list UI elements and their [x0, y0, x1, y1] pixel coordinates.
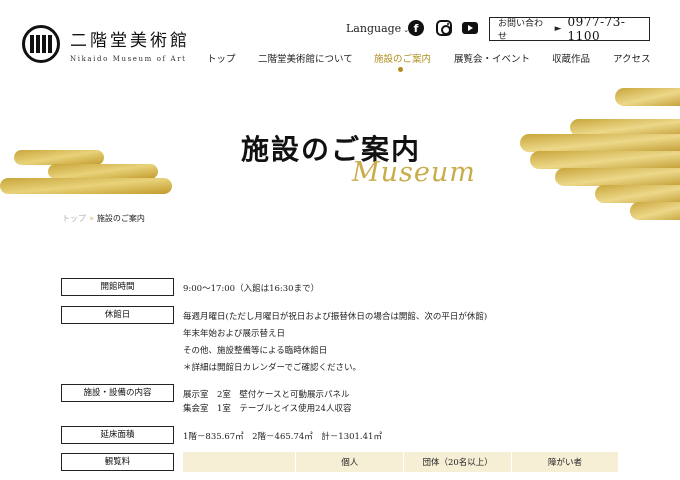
youtube-icon[interactable]: [462, 22, 478, 34]
instagram-icon[interactable]: [436, 20, 452, 36]
hours-value: 9:00～17:00（入館は16:30まで）: [183, 284, 320, 294]
label-area: 延床面積: [61, 426, 174, 444]
breadcrumb-home[interactable]: トップ: [62, 214, 86, 223]
breadcrumb-current: 施設のご案内: [96, 214, 145, 223]
fee-table-header-row: 個人 団体（20名以上） 障がい者: [183, 452, 619, 472]
gold-cloud-right: [520, 88, 680, 220]
label-fee: 観覧料: [61, 453, 174, 471]
fee-header-blank: [183, 452, 297, 472]
contact-label: お問い合わせ: [498, 19, 544, 42]
logo-subtitle: Nikaido Museum of Art: [70, 54, 187, 63]
label-hours: 開館時間: [61, 278, 174, 296]
breadcrumb-separator: »: [89, 214, 94, 223]
contact-button[interactable]: お問い合わせ ► 0977-73-1100: [489, 15, 650, 43]
fee-header-group: 団体（20名以上）: [403, 452, 513, 472]
gold-cloud-left: [0, 150, 172, 194]
logo-emblem-icon: [22, 25, 60, 63]
closed-line-4: ＊詳細は開館日カレンダーでご確認ください。: [183, 363, 361, 373]
fee-table: 個人 団体（20名以上） 障がい者: [183, 452, 619, 472]
closed-line-2: 年末年始および展示替え日: [183, 329, 286, 339]
closed-line-3: その他、施設整備等による臨時休館日: [183, 346, 328, 356]
language-label: Language: [346, 22, 402, 35]
facility-line-1: 展示室 2室 壁付ケースと可動展示パネル: [183, 390, 350, 400]
fee-header-individual: 個人: [295, 452, 405, 472]
page-title-script: Museum: [352, 157, 476, 188]
contact-tel: 0977-73-1100: [567, 15, 626, 43]
nav-item-collection[interactable]: 収蔵作品: [552, 51, 590, 65]
site-logo[interactable]: 二階堂美術館 Nikaido Museum of Art: [22, 25, 190, 63]
area-value: 1階－835.67㎡ 2階－465.74㎡ 計－1301.41㎡: [183, 432, 382, 442]
logo-title: 二階堂美術館: [70, 30, 190, 51]
nav-item-exhibition[interactable]: 展覧会・イベント: [454, 51, 530, 65]
nav-item-access[interactable]: アクセス: [613, 51, 651, 65]
fee-header-disabled: 障がい者: [511, 452, 619, 472]
active-indicator: [398, 67, 403, 72]
label-facility: 施設・設備の内容: [61, 384, 174, 402]
nav-item-facility[interactable]: 施設のご案内: [374, 51, 431, 65]
closed-line-1: 毎週月曜日(ただし月曜日が祝日および振替休日の場合は開館、次の平日が休館): [183, 312, 488, 322]
nav-item-top[interactable]: トップ: [207, 51, 236, 65]
label-closed: 休館日: [61, 306, 174, 324]
language-selector[interactable]: Language ⌄: [346, 22, 409, 35]
facility-line-2: 集会室 1室 テーブルとイス使用24人収容: [183, 404, 352, 414]
breadcrumb: トップ» 施設のご案内: [62, 213, 145, 224]
nav-item-about[interactable]: 二階堂美術館について: [258, 51, 353, 65]
facebook-icon[interactable]: f: [408, 20, 424, 36]
arrow-right-icon: ►: [554, 24, 562, 34]
